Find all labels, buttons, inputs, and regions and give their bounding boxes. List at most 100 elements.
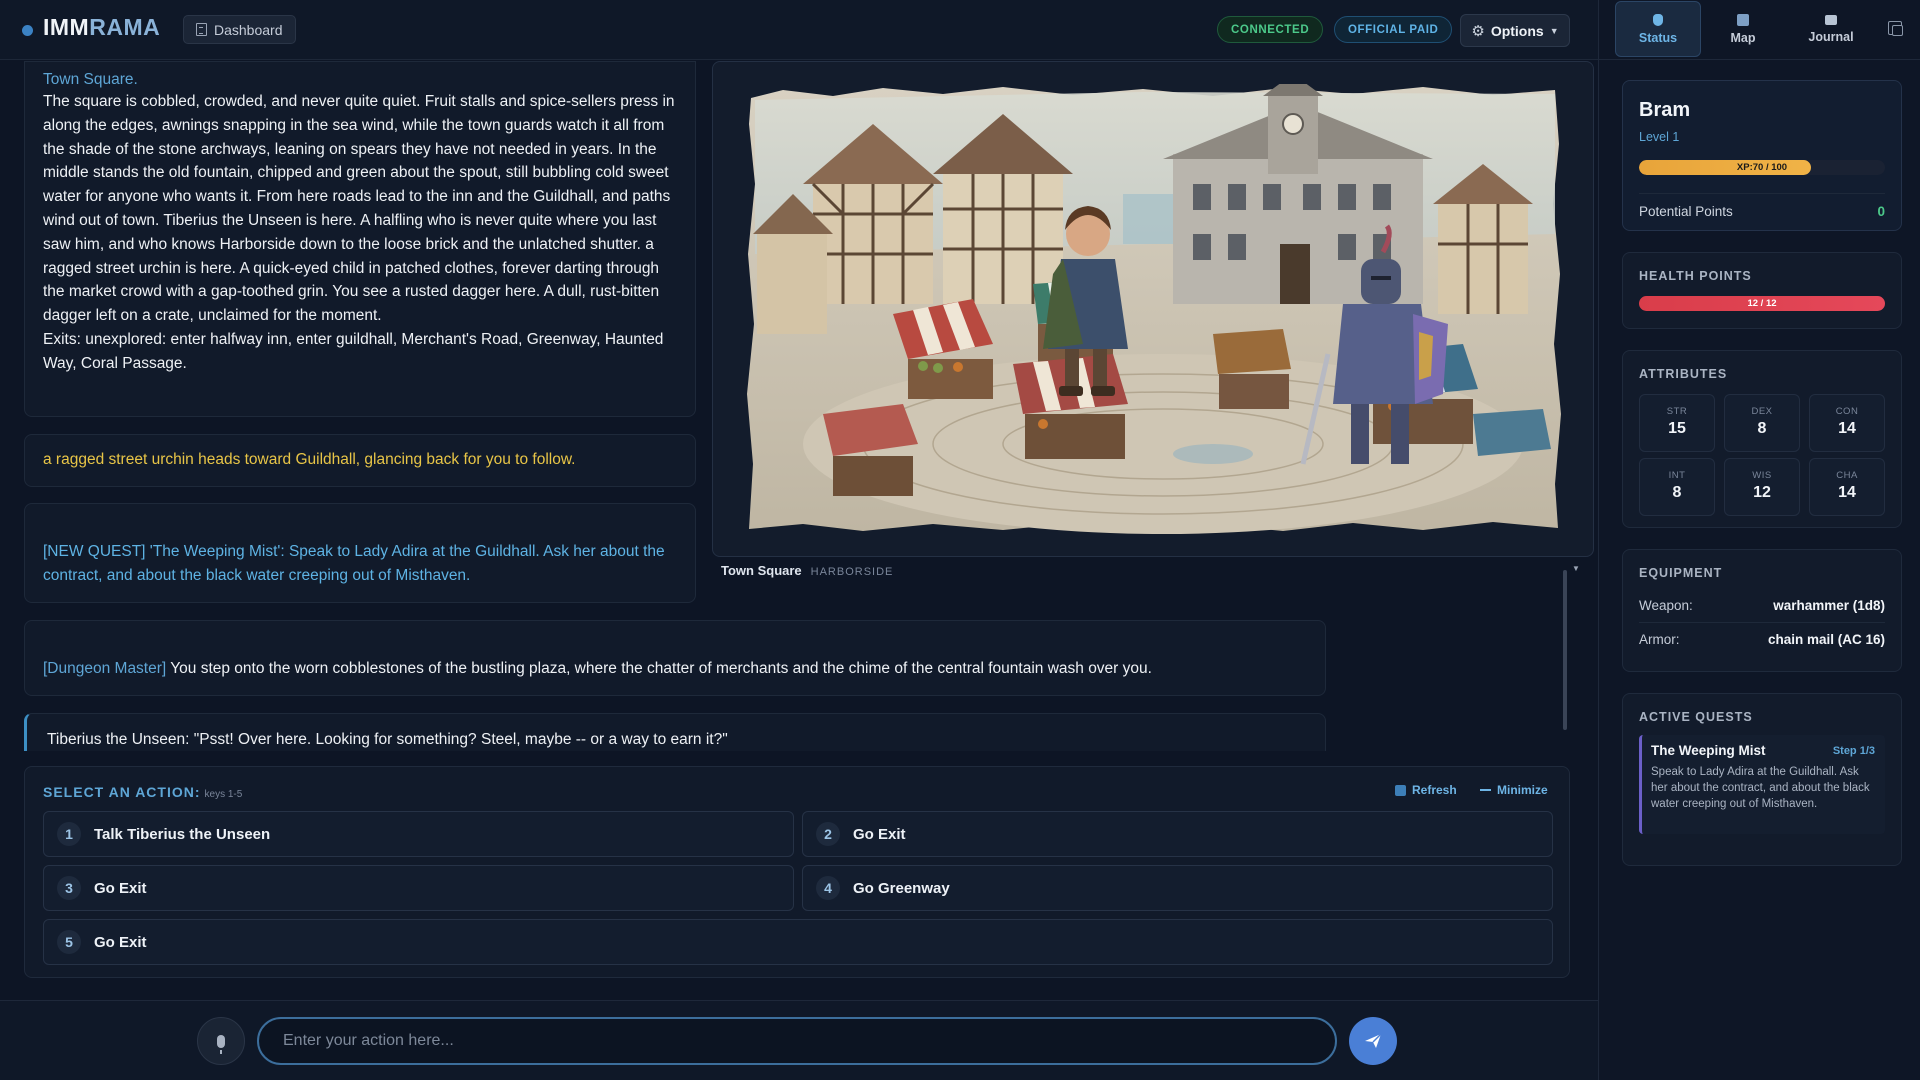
action-number: 1: [57, 822, 81, 846]
character-level: Level 1: [1639, 130, 1680, 144]
attribute-value: 14: [1838, 420, 1856, 437]
follow-message: a ragged street urchin heads toward Guil…: [43, 451, 576, 468]
account-tier-badge: OFFICIAL PAID: [1334, 16, 1453, 43]
character-card: Bram Level 1 XP:70 / 100 Potential Point…: [1622, 80, 1902, 231]
character-name: Bram: [1639, 99, 1691, 121]
send-icon: [1365, 1033, 1382, 1048]
attributes-title: ATTRIBUTES: [1639, 367, 1728, 381]
logo-text-main: IMM: [43, 14, 90, 40]
xp-bar: XP:70 / 100: [1639, 160, 1885, 175]
tab-journal[interactable]: Journal: [1788, 1, 1874, 57]
equipment-card: EQUIPMENT Weapon: warhammer (1d8) Armor:…: [1622, 549, 1902, 672]
armor-label: Armor:: [1639, 632, 1680, 647]
attribute-dex: DEX 8: [1724, 394, 1800, 452]
weapon-row: Weapon: warhammer (1d8): [1639, 598, 1885, 613]
shield-icon: [1653, 13, 1663, 26]
health-bar: 12 / 12: [1639, 296, 1885, 311]
dashboard-button[interactable]: Dashboard: [183, 15, 296, 44]
attribute-value: 12: [1753, 484, 1771, 501]
quest-description: Speak to Lady Adira at the Guildhall. As…: [1651, 766, 1870, 810]
attribute-value: 15: [1668, 420, 1686, 437]
popout-icon[interactable]: [1888, 21, 1903, 36]
weapon-value: warhammer (1d8): [1773, 598, 1885, 613]
attribute-label: CHA: [1836, 470, 1858, 481]
chevron-down-icon: ▼: [1549, 25, 1559, 36]
health-title: HEALTH POINTS: [1639, 269, 1752, 283]
active-quests-card: ACTIVE QUESTS The Weeping Mist Step 1/3 …: [1622, 693, 1902, 866]
tab-label: Journal: [1808, 29, 1854, 44]
document-icon: [196, 23, 207, 36]
refresh-label: Refresh: [1412, 783, 1457, 797]
scroll-down-icon[interactable]: ▼: [1572, 564, 1580, 573]
send-button[interactable]: [1349, 1017, 1397, 1065]
attribute-cha: CHA 14: [1809, 458, 1885, 516]
npc-dialogue: Tiberius the Unseen: "Psst! Over here. L…: [47, 731, 728, 748]
town-square-illustration: [747, 84, 1561, 534]
options-button[interactable]: ⚙ Options ▼: [1460, 14, 1570, 47]
room-description: The square is cobbled, crowded, and neve…: [43, 93, 675, 325]
minimize-button[interactable]: Minimize: [1480, 783, 1548, 797]
action-button-2[interactable]: 2 Go Exit: [802, 811, 1553, 857]
dungeon-master-card: [Dungeon Master] You step onto the worn …: [24, 620, 1326, 696]
room-description-card: Town Square. The square is cobbled, crow…: [24, 61, 696, 417]
xp-text: XP:70 / 100: [1736, 162, 1788, 173]
logo-text-accent: RAMA: [89, 14, 161, 40]
action-label: Go Exit: [94, 879, 147, 897]
minimize-label: Minimize: [1497, 783, 1548, 797]
action-button-3[interactable]: 3 Go Exit: [43, 865, 794, 911]
action-number: 2: [816, 822, 840, 846]
refresh-button[interactable]: Refresh: [1395, 783, 1457, 797]
attribute-wis: WIS 12: [1724, 458, 1800, 516]
app-logo[interactable]: IMMRAMA: [22, 14, 160, 41]
action-label: Talk Tiberius the Unseen: [94, 825, 271, 843]
top-bar: IMMRAMA Dashboard CONNECTED OFFICIAL PAI…: [0, 0, 1598, 60]
attribute-str: STR 15: [1639, 394, 1715, 452]
tab-map[interactable]: Map: [1700, 1, 1786, 57]
new-quest-message: [NEW QUEST] 'The Weeping Mist': Speak to…: [43, 543, 665, 584]
attribute-value: 8: [1757, 420, 1767, 437]
dungeon-master-message: You step onto the worn cobblestones of t…: [166, 660, 1152, 677]
follow-message-card: a ragged street urchin heads toward Guil…: [24, 434, 696, 487]
potential-points-label: Potential Points: [1639, 204, 1733, 219]
options-label: Options: [1490, 22, 1544, 39]
map-icon: [1737, 13, 1749, 26]
attribute-label: CON: [1835, 406, 1859, 417]
attribute-value: 14: [1838, 484, 1856, 501]
command-input-bar: [0, 1000, 1598, 1080]
active-quests-title: ACTIVE QUESTS: [1639, 710, 1753, 724]
attribute-label: STR: [1666, 406, 1688, 417]
tab-status[interactable]: Status: [1615, 1, 1701, 57]
action-button-5[interactable]: 5 Go Exit: [43, 919, 1553, 965]
action-number: 3: [57, 876, 81, 900]
action-label: Go Greenway: [853, 879, 950, 897]
character-sidebar: Status Map Journal Bram Level 1 XP:70 / …: [1598, 0, 1920, 1080]
armor-value: chain mail (AC 16): [1767, 632, 1885, 647]
armor-row: Armor: chain mail (AC 16): [1639, 622, 1885, 647]
story-scrollbar[interactable]: [1563, 570, 1567, 730]
refresh-icon: [1395, 784, 1406, 796]
sidebar-tabs: Status Map Journal: [1599, 0, 1920, 60]
action-label: Go Exit: [853, 825, 906, 843]
scene-location: Town Square: [721, 563, 802, 578]
scene-caption: Town Square HARBORSIDE: [721, 563, 893, 578]
microphone-button[interactable]: [197, 1017, 245, 1065]
action-number: 4: [816, 876, 840, 900]
health-text: 12 / 12: [1747, 298, 1777, 309]
connection-status-badge: CONNECTED: [1217, 16, 1324, 43]
quest-item[interactable]: The Weeping Mist Step 1/3 Speak to Lady …: [1639, 735, 1885, 834]
gear-icon: ⚙: [1471, 22, 1485, 40]
attribute-con: CON 14: [1809, 394, 1885, 452]
minimize-icon: [1480, 789, 1491, 791]
action-panel: SELECT AN ACTION: keys 1-5 Refresh Minimi…: [24, 766, 1570, 978]
equipment-title: EQUIPMENT: [1639, 566, 1723, 580]
attribute-label: WIS: [1752, 470, 1772, 481]
attribute-label: INT: [1668, 470, 1686, 481]
action-button-1[interactable]: 1 Talk Tiberius the Unseen: [43, 811, 794, 857]
attribute-int: INT 8: [1639, 458, 1715, 516]
action-input[interactable]: [257, 1017, 1337, 1065]
tab-label: Status: [1638, 30, 1678, 45]
weapon-label: Weapon:: [1639, 598, 1693, 613]
potential-points-value: 0: [1877, 204, 1885, 219]
attribute-label: DEX: [1751, 406, 1773, 417]
action-button-4[interactable]: 4 Go Greenway: [802, 865, 1553, 911]
